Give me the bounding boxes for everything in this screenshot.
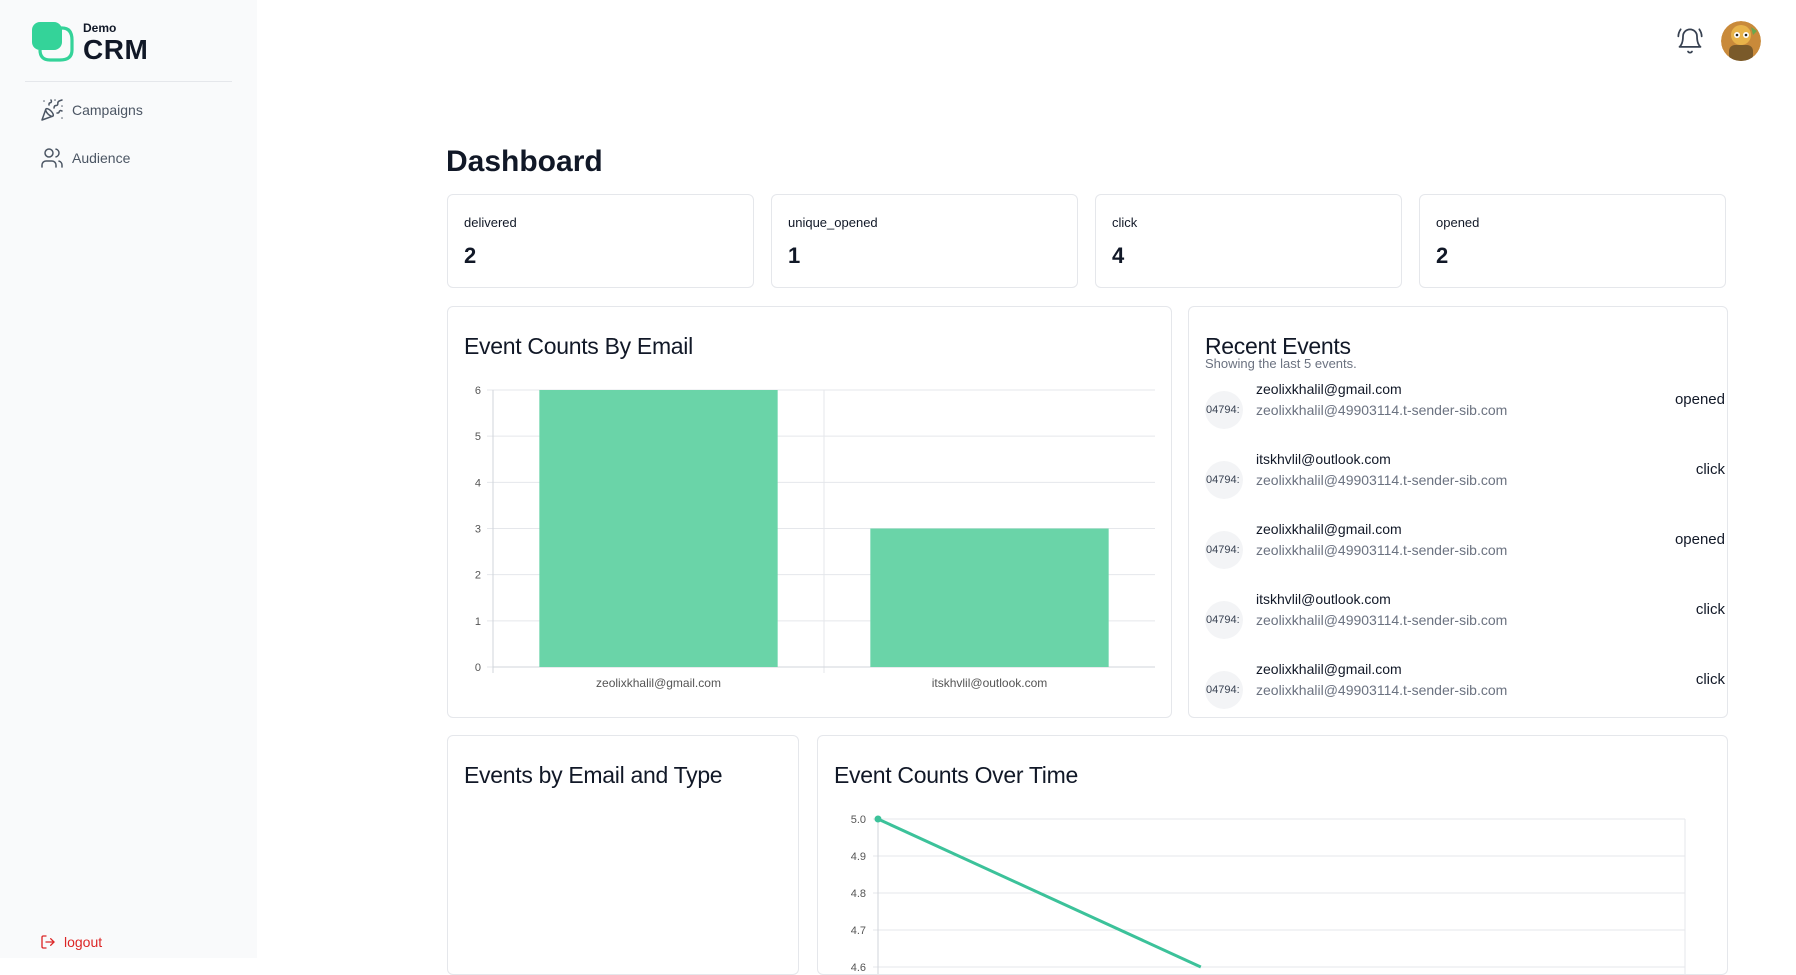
stat-label: click [1112, 215, 1138, 230]
logout-button[interactable]: logout [40, 934, 102, 950]
avatar-image [1721, 21, 1761, 61]
y-tick-label: 3 [475, 524, 481, 536]
stat-card-opened: opened 2 [1419, 194, 1726, 288]
event-sender: zeolixkhalil@49903114.t-sender-sib.com [1256, 472, 1508, 488]
logo-small-text: Demo [83, 21, 117, 35]
page-title: Dashboard [446, 145, 603, 178]
event-sender: zeolixkhalil@49903114.t-sender-sib.com [1256, 402, 1508, 418]
event-id-avatar: 04794: [1205, 531, 1243, 569]
event-recipient: itskhvlil@outlook.com [1256, 591, 1391, 607]
logo-mark-icon [32, 22, 74, 62]
y-tick-label: 6 [475, 385, 481, 397]
event-id-avatar: 04794: [1205, 461, 1243, 499]
event-recipient: zeolixkhalil@gmail.com [1256, 521, 1402, 537]
recent-events-card: Recent Events Showing the last 5 events.… [1188, 306, 1728, 718]
event-recipient: itskhvlil@outlook.com [1256, 451, 1391, 467]
event-recipient: zeolixkhalil@gmail.com [1256, 381, 1402, 397]
event-sender: zeolixkhalil@49903114.t-sender-sib.com [1256, 612, 1508, 628]
event-id-avatar: 04794: [1205, 601, 1243, 639]
y-tick-label: 1 [475, 616, 481, 628]
list-item[interactable]: 04794: itskhvlil@outlook.com zeolixkhali… [1205, 451, 1725, 501]
stat-value: 4 [1112, 243, 1125, 268]
y-tick-label: 4.8 [851, 888, 866, 900]
list-item[interactable]: 04794: zeolixkhalil@gmail.com zeolixkhal… [1205, 661, 1725, 711]
event-id-avatar: 04794: [1205, 671, 1243, 709]
list-item[interactable]: 04794: itskhvlil@outlook.com zeolixkhali… [1205, 591, 1725, 641]
event-id-avatar: 04794: [1205, 391, 1243, 429]
sidebar-item-campaigns[interactable]: Campaigns [40, 97, 240, 123]
party-popper-icon [41, 99, 63, 121]
events-by-email-type-card: Events by Email and Type [447, 735, 799, 975]
event-type: opened [1674, 391, 1725, 408]
stat-label: delivered [464, 215, 517, 230]
stat-value: 2 [464, 243, 477, 268]
y-tick-label: 4.6 [851, 962, 866, 974]
sidebar-item-label: Audience [72, 150, 131, 166]
bar [870, 528, 1109, 667]
event-type: click [1695, 671, 1725, 688]
y-tick-label: 5.0 [851, 814, 866, 826]
sidebar-divider [25, 81, 232, 82]
y-tick-label: 4.9 [851, 851, 866, 863]
stat-label: unique_opened [788, 215, 878, 230]
x-tick-label: zeolixkhalil@gmail.com [596, 676, 721, 690]
stat-value: 1 [788, 243, 801, 268]
list-item[interactable]: 04794: zeolixkhalil@gmail.com zeolixkhal… [1205, 381, 1725, 431]
line-chart: 5.0 4.9 4.8 4.7 4.6 [851, 814, 1686, 974]
y-tick-label: 0 [475, 662, 481, 674]
event-type: click [1695, 601, 1725, 618]
event-counts-over-time-card: Event Counts Over Time 5.0 4.9 4.8 4.7 4.6 [817, 735, 1728, 975]
logout-icon [41, 935, 55, 949]
data-point [874, 815, 882, 823]
list-item[interactable]: 04794: zeolixkhalil@gmail.com zeolixkhal… [1205, 521, 1725, 571]
event-sender: zeolixkhalil@49903114.t-sender-sib.com [1256, 542, 1508, 558]
bar-chart: 0 1 2 3 4 5 6 zeolixkhalil@gmail.com itskhvlil@o… [475, 385, 1155, 690]
sidebar-item-label: Campaigns [72, 102, 143, 118]
stat-label: opened [1436, 215, 1480, 230]
y-tick-label: 4 [475, 477, 481, 489]
app-logo[interactable]: Demo CRM [32, 20, 252, 66]
event-type: click [1695, 461, 1725, 478]
bell-icon[interactable] [1676, 27, 1704, 55]
stat-card-delivered: delivered 2 [447, 194, 754, 288]
card-title: Events by Email and Type [464, 762, 723, 788]
users-icon [41, 148, 63, 168]
stat-value: 2 [1436, 243, 1449, 268]
user-avatar[interactable] [1721, 21, 1761, 61]
stat-card-unique-opened: unique_opened 1 [771, 194, 1078, 288]
y-tick-label: 4.7 [851, 925, 866, 937]
card-subtitle: Showing the last 5 events. [1205, 356, 1357, 371]
logout-label: logout [64, 934, 103, 950]
sidebar-item-audience[interactable]: Audience [40, 145, 240, 171]
x-tick-label: itskhvlil@outlook.com [932, 676, 1048, 690]
y-tick-label: 2 [475, 570, 481, 582]
logo-big-text: CRM [83, 34, 149, 65]
sidebar: Demo CRM Campaigns Audience logout [0, 0, 257, 958]
event-sender: zeolixkhalil@49903114.t-sender-sib.com [1256, 682, 1508, 698]
event-recipient: zeolixkhalil@gmail.com [1256, 661, 1402, 677]
bar [539, 390, 778, 667]
event-type: opened [1674, 531, 1725, 548]
y-tick-label: 5 [475, 431, 481, 443]
stat-card-click: click 4 [1095, 194, 1402, 288]
event-counts-by-email-card: Event Counts By Email 0 1 2 3 4 5 6 zeolixkhali… [447, 306, 1172, 718]
